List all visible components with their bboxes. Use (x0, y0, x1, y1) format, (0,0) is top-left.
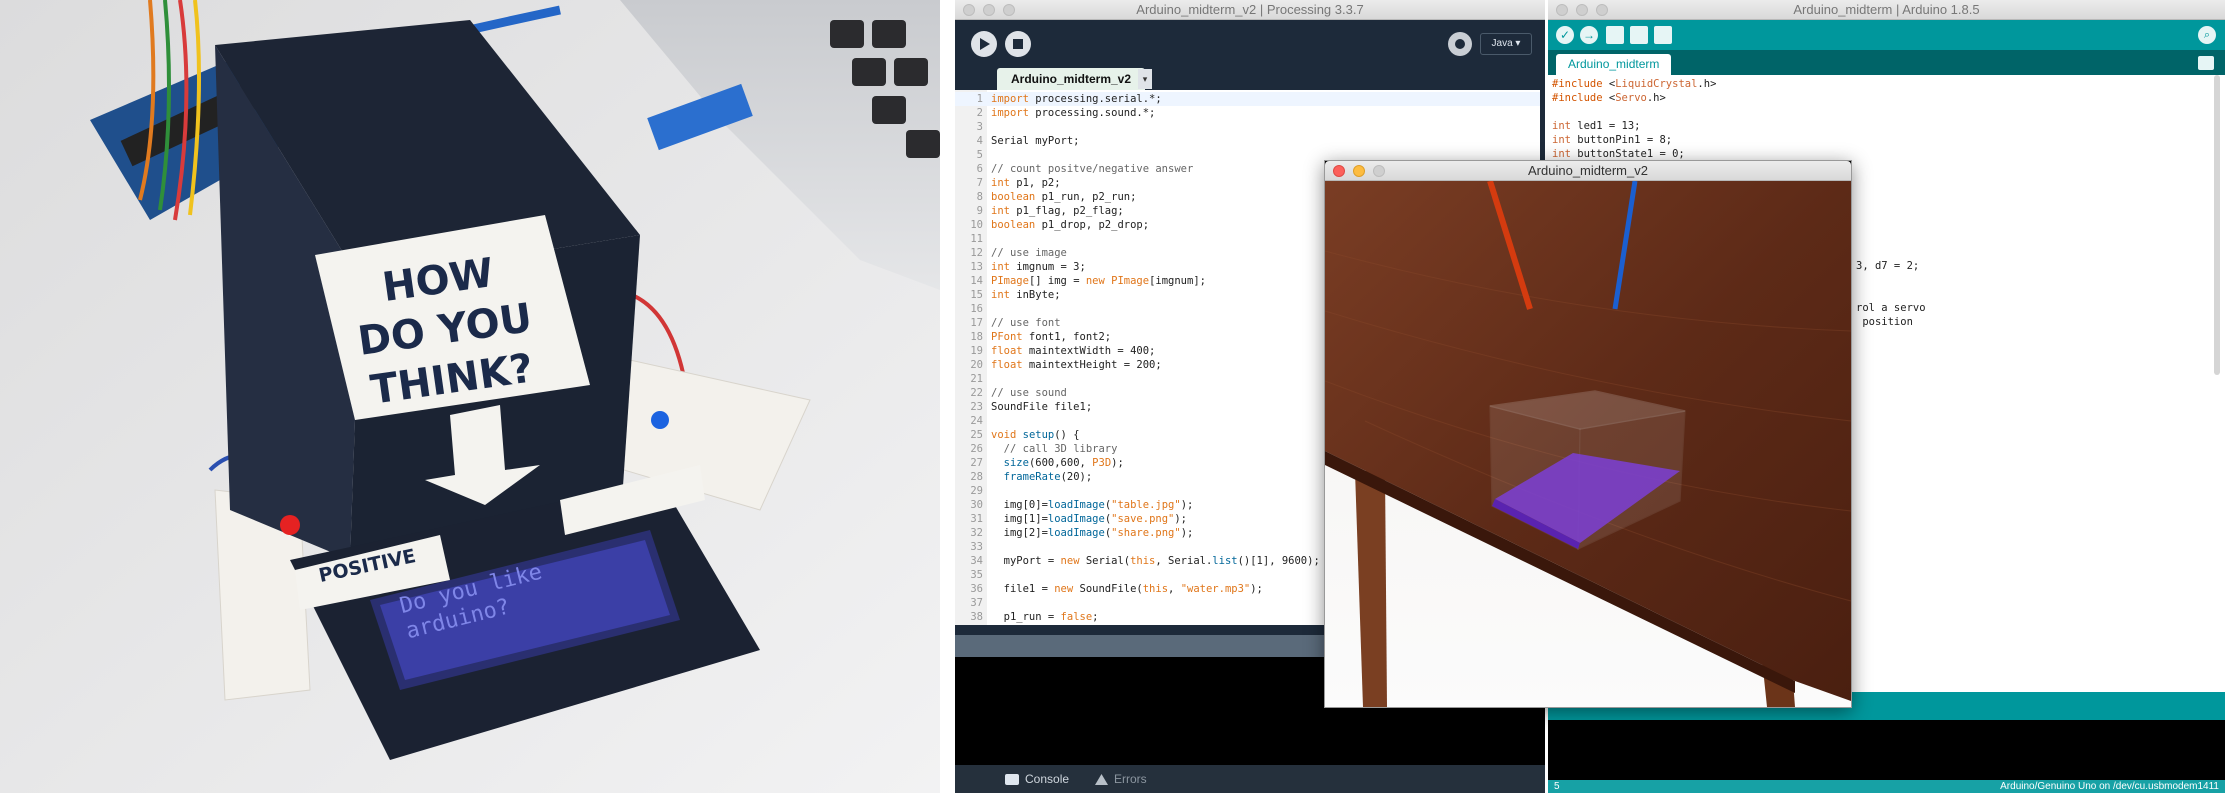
warning-icon (1095, 773, 1108, 785)
minimize-window-button[interactable] (983, 4, 995, 16)
code-line: int buttonState1 = 0; (1552, 148, 1685, 160)
window-controls (1556, 4, 1608, 16)
code-line: #include <LiquidCrystal.h> (1552, 78, 1717, 90)
zoom-window-button[interactable] (1003, 4, 1015, 16)
close-window-button[interactable] (1333, 165, 1345, 177)
processing-bottom-bar: Console Errors (955, 765, 1545, 793)
sketch-canvas (1325, 181, 1851, 707)
tab-console[interactable]: Console (1005, 772, 1069, 786)
zoom-window-button[interactable] (1373, 165, 1385, 177)
sketch-window: Arduino_midterm_v2 (1324, 160, 1852, 708)
arduino-title-bar: Arduino_midterm | Arduino 1.8.5 (1548, 0, 2225, 20)
code-line: int led1 = 13; (1552, 120, 1641, 132)
sketch-title-bar: Arduino_midterm_v2 (1325, 161, 1851, 181)
arduino-toolbar: ✓ → ⌕ (1548, 20, 2225, 50)
run-button[interactable] (971, 31, 997, 57)
processing-window-title: Arduino_midterm_v2 | Processing 3.3.7 (1136, 2, 1364, 17)
code-line-partial: rol a servo (1856, 302, 1926, 314)
play-icon (980, 38, 990, 50)
new-button[interactable] (1606, 26, 1624, 44)
verify-button[interactable]: ✓ (1556, 26, 1574, 44)
arduino-window-title: Arduino_midterm | Arduino 1.8.5 (1793, 2, 1980, 17)
tab-arduino-midterm[interactable]: Arduino_midterm (1556, 54, 1672, 75)
minimize-window-button[interactable] (1353, 165, 1365, 177)
close-window-button[interactable] (963, 4, 975, 16)
stop-icon (1013, 39, 1023, 49)
code-line: 4 Serial myPort; (976, 135, 1080, 147)
tab-menu-button[interactable]: ▾ (1138, 69, 1152, 89)
box-note: HOW DO YOU THINK? (345, 243, 544, 417)
window-controls (1333, 165, 1385, 177)
sketch-window-title: Arduino_midterm_v2 (1528, 163, 1648, 178)
tab-arduino-midterm-v2[interactable]: Arduino_midterm_v2 (997, 68, 1146, 90)
code-line: int buttonPin1 = 8; (1552, 134, 1673, 146)
code-line-partial: position (1856, 316, 1913, 328)
mode-selector[interactable]: Java ▾ (1480, 33, 1532, 55)
status-line-number: 5 (1554, 781, 1560, 792)
upload-button[interactable]: → (1580, 26, 1598, 44)
board-port-info: Arduino/Genuino Uno on /dev/cu.usbmodem1… (2000, 781, 2219, 792)
code-line: 2 import processing.sound.*; (976, 107, 1156, 119)
open-button[interactable] (1630, 26, 1648, 44)
editor-scrollbar[interactable] (2214, 75, 2220, 375)
processing-title-bar: Arduino_midterm_v2 | Processing 3.3.7 (955, 0, 1545, 20)
close-window-button[interactable] (1556, 4, 1568, 16)
magnifier-icon: ⌕ (2203, 29, 2211, 41)
tab-errors[interactable]: Errors (1095, 772, 1147, 786)
code-line-partial: 3, d7 = 2; (1856, 260, 1920, 272)
stop-button[interactable] (1005, 31, 1031, 57)
console-tab-label: Console (1025, 772, 1070, 786)
console-icon (1005, 773, 1019, 785)
minimize-window-button[interactable] (1576, 4, 1588, 16)
processing-toolbar: Java ▾ (955, 20, 1545, 65)
project-photo: HOW DO YOU THINK? POSITIVE NEGATIVE Do y… (0, 0, 940, 793)
check-icon: ✓ (1559, 28, 1571, 42)
code-line: 1 import processing.serial.*; (955, 92, 1540, 106)
arduino-tab-bar: Arduino_midterm (1548, 50, 2225, 75)
bug-icon (1455, 39, 1465, 49)
window-controls (963, 4, 1015, 16)
debugger-button[interactable] (1448, 32, 1472, 56)
zoom-window-button[interactable] (1596, 4, 1608, 16)
serial-monitor-button[interactable]: ⌕ (2198, 26, 2216, 44)
errors-tab-label: Errors (1114, 772, 1147, 786)
code-line: #include <Servo.h> (1552, 92, 1666, 104)
arrow-right-icon: → (1583, 28, 1595, 42)
arduino-console (1548, 720, 2225, 780)
processing-tab-bar: Arduino_midterm_v2 ▾ (955, 65, 1545, 90)
tab-menu-button[interactable] (2198, 56, 2214, 70)
code-line: 3 (976, 121, 983, 133)
save-button[interactable] (1654, 26, 1672, 44)
arduino-status-bar: 5 Arduino/Genuino Uno on /dev/cu.usbmode… (1548, 780, 2225, 793)
